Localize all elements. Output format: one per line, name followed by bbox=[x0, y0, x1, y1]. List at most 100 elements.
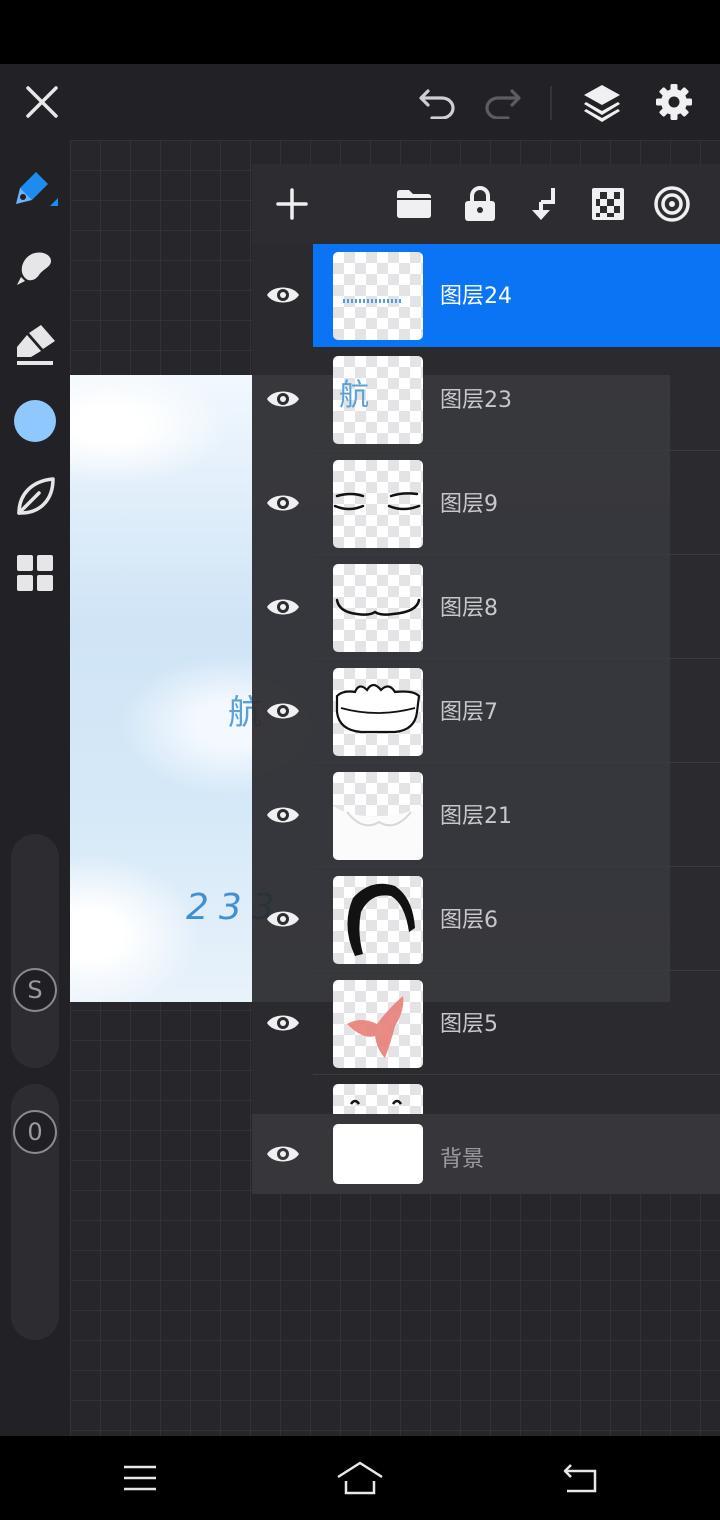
eye-icon bbox=[267, 1015, 299, 1031]
layer-name: 图层9 bbox=[440, 492, 498, 517]
eraser-tool-button[interactable] bbox=[0, 310, 70, 380]
add-folder-button[interactable] bbox=[384, 164, 444, 244]
layers-button[interactable] bbox=[572, 64, 632, 140]
smudge-icon bbox=[17, 252, 51, 285]
smudge-tool-button[interactable] bbox=[0, 232, 70, 302]
redo-button[interactable] bbox=[472, 64, 532, 140]
opacity-knob[interactable]: 0 bbox=[13, 1110, 57, 1154]
gear-icon bbox=[656, 84, 692, 120]
add-layer-button[interactable] bbox=[262, 164, 322, 244]
layer-thumbnail: 航 bbox=[333, 356, 423, 444]
layer-row[interactable]: 图层7 bbox=[252, 660, 720, 764]
layer-thumbnail bbox=[333, 876, 423, 964]
recent-apps-button[interactable] bbox=[90, 1436, 190, 1520]
layer-thumbnail bbox=[333, 460, 423, 548]
redo-icon bbox=[485, 89, 521, 119]
layer-row[interactable] bbox=[252, 1076, 720, 1114]
layer-name: 图层23 bbox=[440, 388, 512, 413]
merge-down-button[interactable] bbox=[514, 164, 574, 244]
pen-icon bbox=[16, 172, 58, 206]
layer-name: 图层5 bbox=[440, 1012, 498, 1037]
blend-mode-button[interactable] bbox=[642, 164, 702, 244]
layer-thumbnail bbox=[333, 772, 423, 860]
background-layer-name: 背景 bbox=[440, 1147, 485, 1172]
close-icon bbox=[26, 86, 58, 118]
layer-list[interactable]: 图层24 航 图层23 图层9 图层8 图层7 图层21 图层6 图层5 bbox=[252, 244, 720, 1114]
color-picker-button[interactable] bbox=[0, 386, 70, 456]
visibility-toggle[interactable] bbox=[266, 1139, 300, 1169]
layer-name: 图层24 bbox=[440, 284, 512, 309]
layer-name: 图层21 bbox=[440, 804, 512, 829]
background-thumbnail bbox=[333, 1124, 423, 1184]
back-icon bbox=[563, 1464, 597, 1493]
layer-thumbnail bbox=[333, 564, 423, 652]
visibility-toggle[interactable] bbox=[266, 592, 300, 622]
top-toolbar bbox=[0, 64, 720, 140]
brush-tool-button[interactable] bbox=[0, 154, 70, 224]
eraser-icon bbox=[17, 325, 55, 365]
eye-icon bbox=[267, 911, 299, 927]
brush-size-knob[interactable]: S bbox=[13, 968, 57, 1012]
layers-panel-header bbox=[252, 164, 720, 244]
layer-thumbnail bbox=[333, 668, 423, 756]
layer-name: 图层8 bbox=[440, 596, 498, 621]
eye-icon bbox=[267, 1146, 299, 1162]
layer-row[interactable]: 图层8 bbox=[252, 556, 720, 660]
home-button[interactable] bbox=[310, 1436, 410, 1520]
menu-icon bbox=[124, 1465, 156, 1491]
layer-name: 图层6 bbox=[440, 908, 498, 933]
status-bar bbox=[0, 0, 720, 64]
thumbnail-text: 航 bbox=[339, 378, 369, 413]
drawing-app: S 0 航 233 图层24 航 图层23 图层9 图层8 图层7 图层21 图… bbox=[0, 64, 720, 1436]
leaf-tool-button[interactable] bbox=[0, 462, 70, 532]
eye-icon bbox=[267, 287, 299, 303]
toolbar-divider bbox=[550, 86, 552, 120]
brush-size-slider[interactable] bbox=[11, 834, 59, 1068]
eye-icon bbox=[267, 599, 299, 615]
eye-icon bbox=[267, 391, 299, 407]
color-swatch bbox=[14, 400, 56, 442]
lock-icon bbox=[465, 186, 495, 221]
home-icon bbox=[337, 1461, 383, 1495]
layer-row[interactable]: 图层6 bbox=[252, 868, 720, 972]
folder-icon bbox=[397, 190, 431, 218]
layer-thumbnail bbox=[333, 252, 423, 340]
close-button[interactable] bbox=[14, 64, 70, 140]
layer-name: 图层7 bbox=[440, 700, 498, 725]
layer-row[interactable]: 航 图层23 bbox=[252, 348, 720, 452]
grid-icon bbox=[17, 555, 53, 591]
visibility-toggle[interactable] bbox=[266, 1008, 300, 1038]
layer-row[interactable]: 图层5 bbox=[252, 972, 720, 1076]
transparency-icon bbox=[592, 188, 624, 220]
settings-button[interactable] bbox=[644, 64, 704, 140]
layers-icon bbox=[584, 85, 620, 122]
eye-icon bbox=[267, 807, 299, 823]
layer-thumbnail bbox=[333, 1084, 423, 1114]
blend-icon bbox=[654, 186, 690, 222]
materials-button[interactable] bbox=[0, 538, 70, 608]
merge-down-icon bbox=[532, 188, 555, 220]
layer-row[interactable]: 图层21 bbox=[252, 764, 720, 868]
undo-icon bbox=[419, 89, 455, 119]
add-icon bbox=[276, 188, 308, 220]
lock-layer-button[interactable] bbox=[450, 164, 510, 244]
left-toolbar: S 0 bbox=[0, 140, 70, 1436]
layer-thumbnail bbox=[333, 980, 423, 1068]
transparency-lock-button[interactable] bbox=[578, 164, 638, 244]
visibility-toggle[interactable] bbox=[266, 488, 300, 518]
layer-row[interactable]: 图层9 bbox=[252, 452, 720, 556]
layers-panel: 图层24 航 图层23 图层9 图层8 图层7 图层21 图层6 图层5 背景 bbox=[252, 164, 720, 1194]
eye-icon bbox=[267, 703, 299, 719]
visibility-toggle[interactable] bbox=[266, 904, 300, 934]
layer-row[interactable]: 图层24 bbox=[252, 244, 720, 348]
background-layer-row[interactable]: 背景 bbox=[252, 1114, 720, 1194]
back-button[interactable] bbox=[530, 1436, 630, 1520]
visibility-toggle[interactable] bbox=[266, 800, 300, 830]
system-navigation-bar bbox=[0, 1436, 720, 1520]
leaf-icon bbox=[17, 477, 55, 515]
undo-button[interactable] bbox=[408, 64, 468, 140]
visibility-toggle[interactable] bbox=[266, 384, 300, 414]
visibility-toggle[interactable] bbox=[266, 280, 300, 310]
visibility-toggle[interactable] bbox=[266, 696, 300, 726]
eye-icon bbox=[267, 495, 299, 511]
